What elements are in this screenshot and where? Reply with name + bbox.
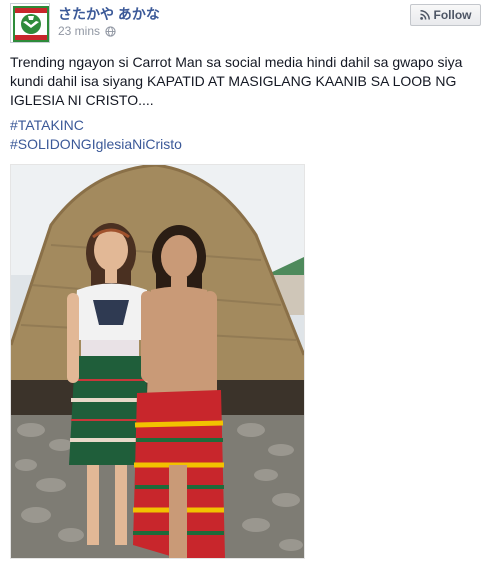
post-text: Trending ngayon si Carrot Man sa social … [10,54,463,108]
feed-post: さたかや あかな 23 mins Follow Trending ngayon … [0,0,485,563]
post-hashtags: #TATAKINC #SOLIDONGIglesiaNiCristo [10,116,182,154]
hashtag-link-tatakinc[interactable]: #TATAKINC [10,116,182,135]
post-author-name[interactable]: さたかや あかな [58,4,160,24]
follow-button-label: Follow [433,8,472,22]
follow-button[interactable]: Follow [410,4,481,26]
rss-icon [419,10,430,20]
church-seal-logo [11,4,49,42]
globe-icon [105,25,116,37]
hashtag-link-solidong[interactable]: #SOLIDONGIglesiaNiCristo [10,135,182,154]
post-timestamp[interactable]: 23 mins [58,24,100,38]
page-avatar[interactable] [10,3,50,43]
post-photo[interactable] [10,164,305,559]
photo-couple-in-front-of-hut [11,165,304,558]
post-meta: 23 mins [58,24,116,38]
